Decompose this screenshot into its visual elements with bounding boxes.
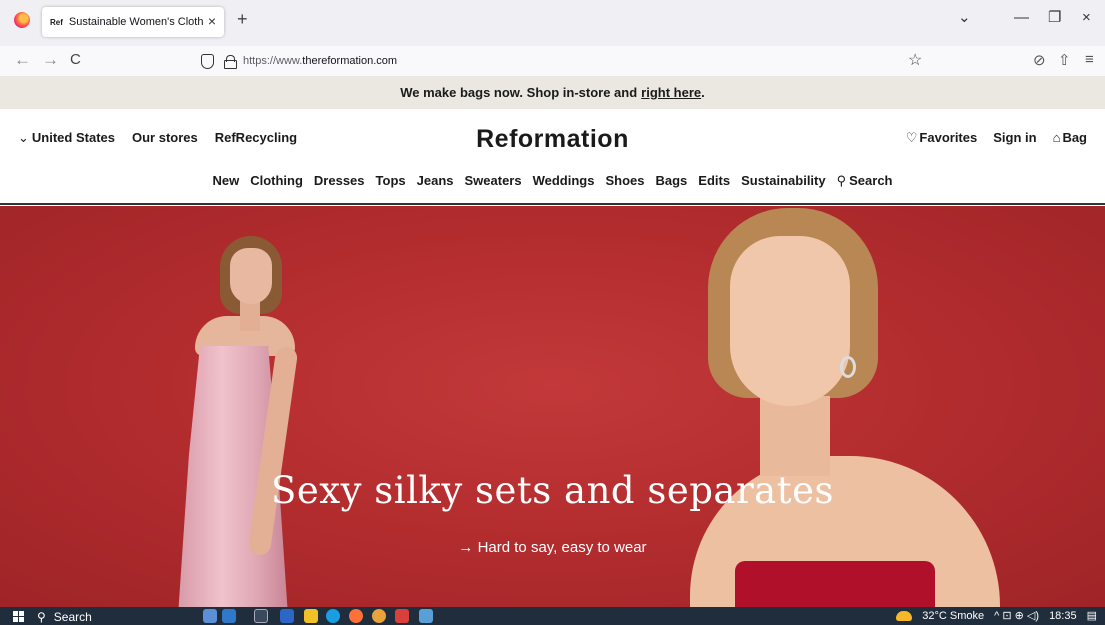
edge-icon[interactable] (326, 609, 340, 623)
chrome-icon[interactable] (372, 609, 386, 623)
browser-tab-bar: Ref Sustainable Women's Clothing × + ⌄ —… (0, 0, 1105, 46)
hero-banner[interactable]: Sexy silky sets and separates → Hard to … (0, 206, 1105, 607)
nav-search-label: Search (849, 173, 893, 188)
tracking-protection-shield-icon[interactable] (201, 53, 214, 69)
reload-button[interactable]: C (70, 51, 81, 69)
nav-item-new[interactable]: New (212, 173, 239, 189)
nav-item-clothing[interactable]: Clothing (250, 173, 303, 189)
taskbar-app-icon[interactable] (419, 609, 433, 623)
tab-title: Sustainable Women's Clothing (68, 16, 204, 28)
nav-item-weddings[interactable]: Weddings (533, 173, 595, 189)
favorites-label: Favorites (919, 130, 978, 145)
nav-item-shoes[interactable]: Shoes (605, 173, 644, 189)
weather-icon[interactable] (896, 610, 913, 621)
new-tab-button[interactable]: + (237, 10, 248, 28)
main-nav: New Clothing Dresses Tops Jeans Sweaters… (0, 173, 1105, 189)
nav-item-dresses[interactable]: Dresses (314, 173, 365, 189)
promo-banner: We make bags now. Shop in-store and righ… (0, 76, 1105, 109)
firefox-taskbar-icon[interactable] (349, 609, 363, 623)
lock-icon[interactable] (224, 55, 237, 69)
notification-icon[interactable]: ▤ (1087, 609, 1097, 622)
weather-text[interactable]: 32°C Smoke (922, 610, 984, 622)
forward-button[interactable]: → (42, 51, 59, 69)
clock[interactable]: 18:35 (1049, 610, 1077, 622)
url-domain: thereformation.com (302, 55, 398, 67)
file-explorer-icon[interactable] (304, 609, 318, 623)
pocket-icon[interactable]: ⊘ (1033, 51, 1046, 69)
url-prefix: https://www. (243, 55, 303, 67)
taskbar-search[interactable]: ⚲ Search (37, 609, 197, 625)
bookmark-star-icon[interactable]: ☆ (908, 50, 922, 70)
hero-title: Sexy silky sets and separates (271, 469, 834, 512)
model-right-neck (760, 396, 830, 476)
nav-item-bags[interactable]: Bags (655, 173, 687, 189)
taskbar-app-icon[interactable] (203, 609, 217, 623)
task-view-icon[interactable] (254, 609, 268, 623)
sign-in-link[interactable]: Sign in (993, 130, 1036, 146)
promo-suffix: . (701, 85, 705, 100)
nav-item-edits[interactable]: Edits (698, 173, 730, 189)
model-left-neck (240, 301, 260, 331)
taskbar-search-label: Search (53, 610, 92, 624)
minimize-button[interactable]: — (1014, 10, 1029, 26)
url-text[interactable]: https://www.thereformation.com (243, 55, 397, 67)
maximize-button[interactable]: ❐ (1048, 10, 1061, 26)
tab-close-icon[interactable]: × (208, 14, 216, 28)
nav-item-sweaters[interactable]: Sweaters (465, 173, 522, 189)
favorites-link[interactable]: ♡ Favorites (906, 130, 977, 146)
browser-nav-bar: ← → C https://www.thereformation.com ☆ ⊘… (0, 46, 1105, 76)
model-right-face (730, 236, 850, 406)
bag-icon: ⌂ (1052, 130, 1061, 145)
share-icon[interactable]: ⇧ (1058, 51, 1071, 69)
windows-taskbar: ⚲ Search 32°C Smoke ^ ⊡ ⊕ ◁) 18:35 ▤ (0, 607, 1105, 625)
header-utility-right: ♡ Favorites Sign in ⌂ Bag (906, 130, 1087, 146)
system-tray: 32°C Smoke ^ ⊡ ⊕ ◁) 18:35 ▤ (896, 609, 1097, 622)
close-window-button[interactable]: × (1082, 10, 1091, 26)
tab-favicon: Ref (50, 17, 63, 27)
promo-text: We make bags now. Shop in-store and (400, 85, 638, 100)
back-button[interactable]: ← (14, 51, 31, 69)
taskbar-app-icon[interactable] (280, 609, 294, 623)
model-right-top (735, 561, 935, 607)
bag-link[interactable]: ⌂ Bag (1053, 130, 1087, 146)
nav-search[interactable]: ⚲ Search (837, 173, 893, 189)
nav-item-sustainability[interactable]: Sustainability (741, 173, 826, 189)
address-bar[interactable]: https://www.thereformation.com (195, 48, 935, 74)
model-right-earring (840, 356, 856, 378)
promo-link[interactable]: right here (641, 85, 701, 100)
menu-icon[interactable]: ≡ (1085, 51, 1094, 68)
search-icon: ⚲ (836, 173, 847, 188)
tab-list-dropdown-icon[interactable]: ⌄ (958, 10, 971, 26)
firefox-icon[interactable] (14, 12, 30, 28)
search-icon: ⚲ (37, 610, 46, 624)
site-header: ⌄ United States Our stores RefRecycling R… (0, 109, 1105, 205)
taskbar-app-icon[interactable] (395, 609, 409, 623)
nav-item-tops[interactable]: Tops (376, 173, 406, 189)
hero-cta-link[interactable]: → Hard to say, easy to wear (0, 539, 1105, 556)
tab-active[interactable]: Ref Sustainable Women's Clothing × (42, 7, 224, 37)
windows-start-icon[interactable] (13, 611, 24, 622)
tray-icons[interactable]: ^ ⊡ ⊕ ◁) (994, 609, 1039, 622)
heart-icon: ♡ (905, 130, 918, 145)
taskbar-app-icon[interactable] (222, 609, 236, 623)
bag-label: Bag (1062, 130, 1087, 145)
model-left-face (230, 248, 272, 304)
nav-item-jeans[interactable]: Jeans (417, 173, 454, 189)
